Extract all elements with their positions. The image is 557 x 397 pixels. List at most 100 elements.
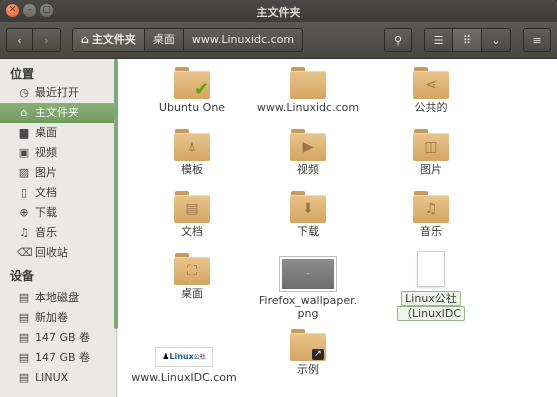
sidebar-item-label: 桌面 xyxy=(35,126,57,139)
grid-view-button[interactable]: ⠿ xyxy=(453,28,482,52)
breadcrumb-linuxidc[interactable]: www.Linuxidc.com xyxy=(183,28,304,52)
toolbar: ‹ › ⌂ 主文件夹 桌面 www.Linuxidc.com ⚲ ☰ ⠿ ⌄ ≡ xyxy=(0,22,557,59)
share-folder-icon: ⋖ xyxy=(413,67,449,99)
sidebar-item-label: 音乐 xyxy=(35,226,57,239)
sidebar-item-label: 新加卷 xyxy=(35,311,68,324)
view-options-button[interactable]: ⌄ xyxy=(482,28,511,52)
sidebar-item-music[interactable]: ♫ 音乐 xyxy=(0,223,116,243)
sidebar-item-downloads[interactable]: ⊕ 下载 xyxy=(0,203,116,223)
templates-folder-icon: ⍋ xyxy=(174,129,210,161)
list-view-button[interactable]: ☰ xyxy=(424,28,453,52)
trash-icon: ⌫ xyxy=(17,246,33,259)
sidebar-item-drive[interactable]: ▤ 147 GB 卷 xyxy=(0,328,116,348)
file-item[interactable]: ◫ 图片 xyxy=(371,129,491,176)
breadcrumb: ⌂ 主文件夹 桌面 www.Linuxidc.com xyxy=(72,28,304,52)
documents-folder-icon: ▤ xyxy=(174,191,210,223)
file-label-line2: png xyxy=(297,307,319,320)
sidebar-section-devices: 设备 xyxy=(10,269,35,283)
chevron-right-icon: › xyxy=(44,34,49,47)
sidebar-item-home[interactable]: ⌂ 主文件夹 xyxy=(0,103,116,123)
sidebar-item-drive[interactable]: ▤ 新加卷 xyxy=(0,308,116,328)
sidebar-item-label: 文档 xyxy=(35,186,57,199)
file-label-line2: （LinuxIDC xyxy=(396,306,466,321)
file-item-selected[interactable]: Linux公社 （LinuxIDC xyxy=(371,251,491,321)
file-manager-window: ✕ – ▢ 主文件夹 ‹ › ⌂ 主文件夹 桌面 www.Linuxidc.com… xyxy=(0,0,557,397)
breadcrumb-home-label: 主文件夹 xyxy=(91,33,136,46)
chevron-down-icon: ⌄ xyxy=(491,34,501,47)
sidebar-item-label: 本地磁盘 xyxy=(35,291,79,304)
file-item[interactable]: - Firefox_wallpaper. png xyxy=(248,255,368,320)
desktop-icon: ▆ xyxy=(19,126,29,139)
file-item[interactable]: ✔ Ubuntu One xyxy=(132,67,252,114)
sidebar-item-label: 回收站 xyxy=(35,246,68,259)
sidebar-item-drive[interactable]: ▤ LINUX xyxy=(0,368,116,388)
drive-icon: ▤ xyxy=(18,351,30,364)
window-title: 主文件夹 xyxy=(256,6,301,19)
symlink-arrow-icon: ↗ xyxy=(312,349,324,360)
document-icon: ▯ xyxy=(20,186,28,199)
file-grid: ✔ Ubuntu One www.Linuxidc.com ⋖ 公共的 ⍋ 模板… xyxy=(118,59,557,397)
sidebar-item-desktop[interactable]: ▆ 桌面 xyxy=(0,123,116,143)
app-menu-button[interactable]: ≡ xyxy=(523,28,551,52)
file-label: 视频 xyxy=(297,163,319,176)
ubuntu-one-folder-icon: ✔ xyxy=(174,67,210,100)
music-folder-icon: ♫ xyxy=(413,191,449,223)
home-icon: ⌂ xyxy=(20,106,28,119)
image-thumbnail: - xyxy=(280,257,336,291)
menu-icon: ≡ xyxy=(532,34,542,47)
file-label: www.LinuxIDC.com xyxy=(131,371,237,384)
file-label: Linux公社 xyxy=(401,291,461,306)
drive-icon: ▤ xyxy=(18,291,30,304)
breadcrumb-desktop[interactable]: 桌面 xyxy=(144,28,184,52)
file-item[interactable]: ▶ 视频 xyxy=(248,129,368,176)
file-label: Firefox_wallpaper. xyxy=(258,294,358,307)
file-label: Ubuntu One xyxy=(158,101,226,114)
file-label: 文档 xyxy=(181,225,203,238)
examples-folder-icon: ↗ xyxy=(290,329,326,361)
picture-icon: ▨ xyxy=(18,166,30,179)
file-label: www.Linuxidc.com xyxy=(256,101,360,114)
folder-icon xyxy=(290,67,326,99)
forward-button[interactable]: › xyxy=(33,28,61,52)
home-icon: ⌂ xyxy=(81,33,89,46)
sidebar-section-places: 位置 xyxy=(10,67,35,81)
sidebar-item-label: 视频 xyxy=(35,146,57,159)
sidebar-item-label: 最近打开 xyxy=(35,86,79,99)
drive-icon: ▤ xyxy=(18,311,30,324)
file-item[interactable]: ⋖ 公共的 xyxy=(371,67,491,114)
search-icon: ⚲ xyxy=(393,34,403,47)
breadcrumb-home[interactable]: ⌂ 主文件夹 xyxy=(72,28,145,52)
file-item[interactable]: www.Linuxidc.com xyxy=(248,67,368,114)
downloads-folder-icon: ⬇ xyxy=(290,191,326,223)
file-item[interactable]: ⍋ 模板 xyxy=(132,129,252,176)
sidebar-item-trash[interactable]: ⌫ 回收站 xyxy=(0,243,116,263)
file-item[interactable]: ▤ 文档 xyxy=(132,191,252,238)
download-icon: ⊕ xyxy=(19,206,29,219)
sidebar-item-drive[interactable]: ▤ 147 GB 卷 xyxy=(0,348,116,368)
sidebar-item-documents[interactable]: ▯ 文档 xyxy=(0,183,116,203)
sidebar-item-videos[interactable]: ▣ 视频 xyxy=(0,143,116,163)
sidebar-item-label: 主文件夹 xyxy=(35,106,79,119)
sidebar-item-pictures[interactable]: ▨ 图片 xyxy=(0,163,116,183)
file-item[interactable]: ♫ 音乐 xyxy=(371,191,491,238)
sidebar-item-recent[interactable]: ◷ 最近打开 xyxy=(0,83,116,103)
file-item[interactable]: ↗ 示例 xyxy=(248,329,368,376)
file-label: 图片 xyxy=(420,163,442,176)
file-label: 音乐 xyxy=(420,225,442,238)
file-label: 桌面 xyxy=(181,287,203,300)
back-button[interactable]: ‹ xyxy=(6,28,33,52)
pictures-folder-icon: ◫ xyxy=(413,129,449,161)
music-icon: ♫ xyxy=(19,226,29,239)
sidebar-item-drive[interactable]: ▤ 本地磁盘 xyxy=(0,288,116,308)
clock-icon: ◷ xyxy=(19,86,29,99)
sidebar-item-label: 147 GB 卷 xyxy=(35,331,91,344)
drive-icon: ▤ xyxy=(18,331,30,344)
file-item[interactable]: ♟Linux公社 www.LinuxIDC.com xyxy=(124,341,244,384)
linux-logo-icon: ♟Linux公社 xyxy=(155,347,213,367)
file-item[interactable]: ⛶ 桌面 xyxy=(132,253,252,300)
sidebar-item-label: 图片 xyxy=(35,166,57,179)
file-item[interactable]: ⬇ 下载 xyxy=(248,191,368,238)
search-button[interactable]: ⚲ xyxy=(384,28,412,52)
file-label: 模板 xyxy=(181,163,203,176)
sidebar: 位置 ◷ 最近打开 ⌂ 主文件夹 ▆ 桌面 ▣ 视频 ▨ 图片 ▯ 文档 ⊕ 下载 ♫ 音乐 ⌫… xyxy=(0,59,117,397)
